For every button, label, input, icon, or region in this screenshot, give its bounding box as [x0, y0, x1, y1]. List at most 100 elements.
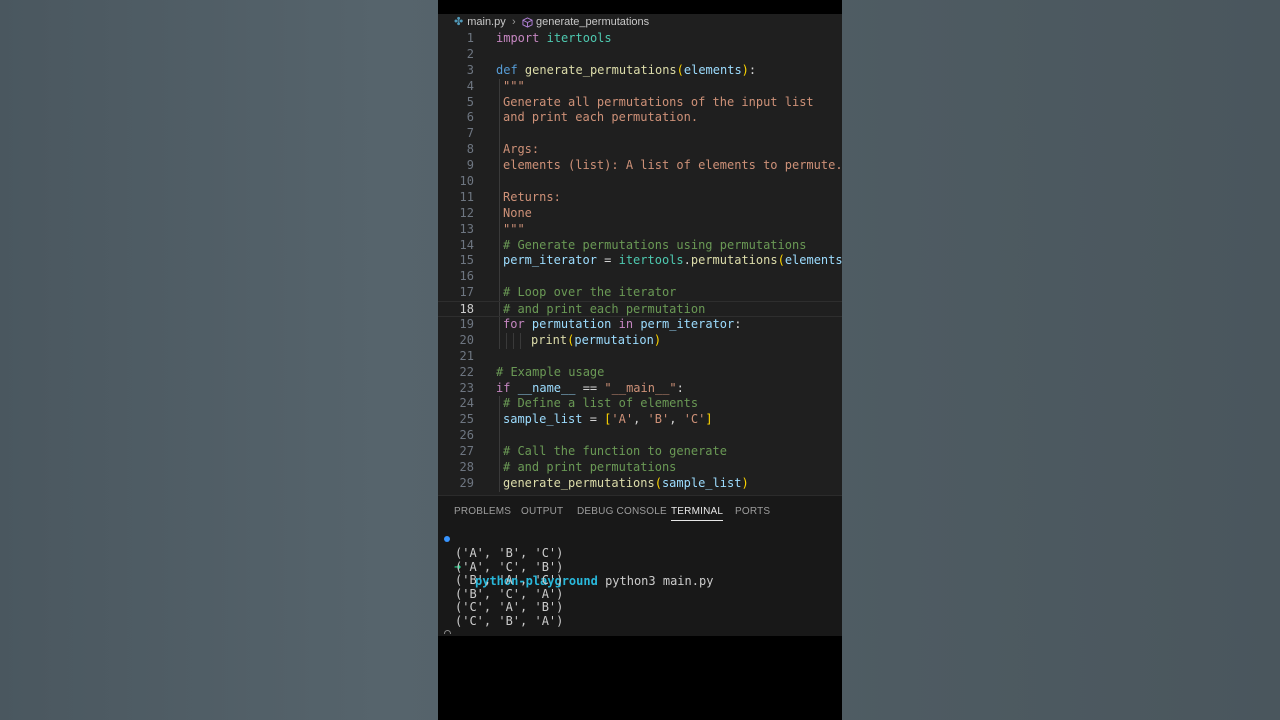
code-token: elements — [784, 253, 842, 268]
tab-output[interactable]: OUTPUT — [521, 506, 563, 517]
code-line: 15 perm_iterator = itertools.permutations… — [438, 253, 842, 270]
code-line: 1 import itertools — [438, 31, 842, 47]
terminal-output-line: ('C', 'A', 'B') — [455, 600, 564, 614]
line-number: 25 — [459, 412, 474, 427]
line-number: 24 — [459, 396, 474, 411]
code-token: import — [496, 31, 540, 45]
line-number: 29 — [459, 475, 474, 490]
code-editor: ✤ main.py › generate_permutations 1 impor… — [438, 14, 842, 495]
line-number: 22 — [459, 364, 474, 379]
line-number: 10 — [459, 174, 474, 189]
terminal-output-line: ('B', 'C', 'A') — [455, 587, 564, 601]
code-token: # Example usage — [496, 364, 605, 379]
code-token: elements — [683, 62, 742, 77]
code-token: permutation — [574, 332, 654, 347]
vertical-video-frame: ✤ main.py › generate_permutations 1 impor… — [438, 0, 842, 720]
code-line: 25 sample_list = ['A', 'B', 'C'] — [438, 412, 842, 429]
line-number: 11 — [459, 189, 474, 204]
line-number: 8 — [466, 142, 474, 157]
code-token: generate_permutations — [524, 62, 677, 77]
terminal-prompt-line: ➜ python-playground — [438, 626, 842, 634]
code-line: 22 # Example usage — [438, 365, 842, 381]
code-token: permutations — [690, 253, 778, 268]
code-line: 17 # Loop over the iterator — [438, 285, 842, 302]
code-area[interactable]: 1 import itertools 2 3 def generate_permut… — [438, 31, 842, 492]
code-line-current: 18 # and print each permutation — [438, 301, 842, 318]
breadcrumb-symbol-label: generate_permutations — [536, 16, 650, 28]
line-number: 16 — [459, 269, 474, 284]
code-line: 23 if __name__ == "__main__": — [438, 381, 842, 397]
code-token: in — [618, 317, 634, 332]
terminal-output-line: ('A', 'B', 'C') — [455, 546, 564, 560]
code-line: 20 print(permutation) — [438, 332, 842, 349]
code-token: print — [531, 332, 568, 347]
tab-ports[interactable]: PORTS — [735, 506, 770, 517]
tab-problems[interactable]: PROBLEMS — [454, 506, 511, 517]
line-number: 6 — [466, 110, 474, 125]
code-token: 'C' — [683, 412, 706, 427]
code-token: """ — [503, 78, 525, 93]
code-token: sample_list — [503, 412, 583, 427]
code-token: sample_list — [661, 475, 742, 490]
code-line: 9 elements (list): A list of elements to … — [438, 158, 842, 175]
line-number: 28 — [459, 460, 474, 475]
line-number: 20 — [459, 332, 474, 347]
code-token: Generate all permutations of the input l… — [503, 94, 814, 109]
tab-debug-console[interactable]: DEBUG CONSOLE — [577, 506, 667, 517]
tab-terminal[interactable]: TERMINAL — [671, 506, 724, 521]
code-token: perm_iterator — [503, 253, 597, 268]
code-token: def — [496, 62, 518, 77]
code-token: # Loop over the iterator — [503, 285, 677, 300]
line-number: 15 — [459, 253, 474, 268]
breadcrumb-file-label: main.py — [467, 16, 506, 28]
code-token: # and print permutations — [503, 460, 677, 475]
line-number: 9 — [466, 158, 474, 173]
line-number: 4 — [466, 78, 474, 93]
breadcrumb-file[interactable]: ✤ main.py — [454, 14, 506, 30]
terminal-output-line: ('B', 'A', 'C') — [455, 573, 564, 587]
line-number: 3 — [466, 62, 474, 77]
code-line: 6 and print each permutation. — [438, 110, 842, 127]
python-file-icon: ✤ — [454, 16, 464, 28]
code-line: 12 None — [438, 205, 842, 222]
code-token: generate_permutations — [503, 475, 655, 490]
command-status-dot — [444, 536, 450, 542]
bottom-panel: PROBLEMS OUTPUT DEBUG CONSOLE TERMINAL P… — [438, 495, 842, 636]
line-number: 17 — [459, 285, 474, 300]
line-number: 13 — [459, 221, 474, 236]
line-number: 12 — [459, 205, 474, 220]
code-token: 'A' — [611, 412, 634, 427]
code-line: 2 — [438, 47, 842, 63]
line-number: 23 — [459, 380, 474, 395]
terminal-command: python3 main.py — [605, 574, 714, 588]
symbol-method-icon — [522, 16, 533, 28]
code-line: 27 # Call the function to generate — [438, 444, 842, 461]
code-token: permutation — [531, 317, 612, 332]
code-line: 13 """ — [438, 221, 842, 238]
breadcrumb-symbol[interactable]: generate_permutations — [522, 14, 649, 30]
code-token: # Generate permutations using permutatio… — [503, 237, 807, 252]
terminal-command-line: ➜ python-playground python3 main.py — [438, 532, 842, 588]
line-number: 26 — [459, 428, 474, 443]
code-line: 19 for permutation in perm_iterator: — [438, 317, 842, 333]
code-token: for — [503, 317, 525, 332]
code-line: 4 """ — [438, 78, 842, 95]
line-number: 1 — [466, 31, 474, 45]
code-line: 29 generate_permutations(sample_list) — [438, 475, 842, 492]
code-line: 3 def generate_permutations(elements): — [438, 63, 842, 79]
terminal-output-line: ('A', 'C', 'B') — [455, 560, 564, 574]
code-token: perm_iterator — [640, 317, 735, 332]
code-token: # Define a list of elements — [503, 396, 699, 411]
chevron-right-icon: › — [512, 16, 516, 28]
code-line: 10 — [438, 174, 842, 190]
code-line: 5 Generate all permutations of the input … — [438, 94, 842, 111]
line-number: 2 — [466, 46, 474, 61]
code-line: 26 — [438, 428, 842, 445]
line-number: 18 — [459, 302, 474, 317]
code-token: and print each permutation. — [503, 110, 699, 125]
line-number: 14 — [459, 237, 474, 252]
code-token: "__main__" — [604, 380, 677, 395]
code-line: 8 Args: — [438, 142, 842, 159]
code-token: """ — [503, 221, 525, 236]
code-token: if — [496, 380, 511, 395]
